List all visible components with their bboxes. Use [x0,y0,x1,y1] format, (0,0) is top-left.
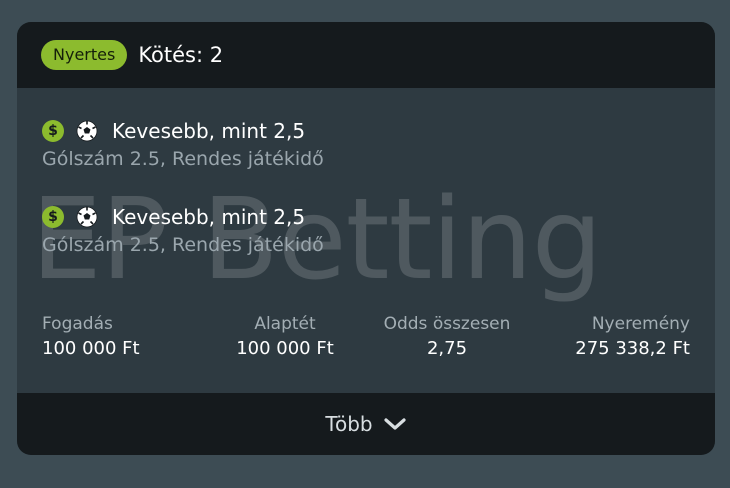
dollar-icon: $ [42,206,64,228]
stat-label: Nyeremény [591,314,690,334]
bet-title: Kötés: 2 [138,43,224,67]
selection-description: Gólszám 2.5, Rendes játékidő [42,148,324,170]
market-name: Kevesebb, mint 2,5 [112,205,306,229]
more-label: Több [325,412,373,436]
base-stake-stat: Alaptét 100 000 Ft [228,314,342,359]
bet-card-body: EP Betting $ Kevesebb, mint 2,5 Gólszám … [17,88,715,393]
chevron-down-icon [384,418,406,430]
stat-label: Odds összesen [383,314,511,334]
bet-card-header: Nyertes Kötés: 2 [17,22,715,88]
dollar-icon: $ [42,120,64,142]
soccer-ball-icon [76,206,98,228]
more-button[interactable]: Több [17,393,715,455]
stat-label: Alaptét [254,314,316,334]
stat-value: 100 000 Ft [42,338,140,359]
market-name: Kevesebb, mint 2,5 [112,119,306,143]
selection-description: Gólszám 2.5, Rendes játékidő [42,234,324,256]
winnings-stat: Nyeremény 275 338,2 Ft [575,314,690,359]
stat-value: 275 338,2 Ft [575,338,690,359]
soccer-ball-icon [76,120,98,142]
stat-value: 100 000 Ft [236,338,334,359]
selection-item: $ Kevesebb, mint 2,5 Gólszám 2.5, Rendes… [42,116,692,170]
stat-label: Fogadás [42,314,113,334]
selection-item: $ Kevesebb, mint 2,5 Gólszám 2.5, Rendes… [42,202,692,256]
stat-value: 2,75 [426,338,468,359]
bet-card: Nyertes Kötés: 2 EP Betting $ Kevesebb, … [17,22,715,455]
stake-stat: Fogadás 100 000 Ft [42,314,140,359]
status-badge: Nyertes [41,40,128,70]
bet-stats: Fogadás 100 000 Ft Alaptét 100 000 Ft Od… [42,314,690,374]
total-odds-stat: Odds összesen 2,75 [370,314,524,359]
